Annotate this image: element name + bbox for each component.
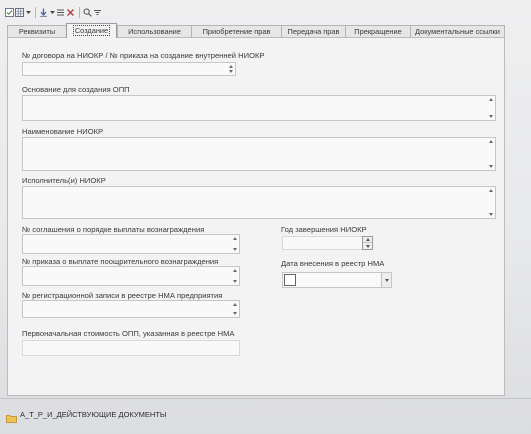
tab-rights-transfer[interactable]: Передача прав [281,25,345,37]
contract-number-input[interactable] [23,63,235,75]
list-icon[interactable] [56,6,65,18]
registry-date-field[interactable] [282,272,392,288]
window: Реквизиты Создание Использование Приобре… [0,0,531,434]
rnd-name-input[interactable] [23,138,495,170]
scroll-up-icon[interactable] [489,189,493,192]
registry-date-input[interactable] [283,273,391,287]
scroll-up-icon[interactable] [229,65,233,68]
scroll-down-icon[interactable] [489,165,493,168]
completion-year-label: Год завершения НИОКР [281,225,367,234]
rnd-name-label: Наименование НИОКР [22,127,104,136]
year-spinner[interactable] [362,236,373,250]
chevron-down-icon [365,244,370,248]
tab-label: Приобретение прав [202,27,271,36]
tab-label: Документальные ссылки [415,27,500,36]
tab-label: Использование [128,27,181,36]
scrollbar[interactable] [231,301,239,317]
scroll-down-icon[interactable] [229,70,233,73]
tab-document-links[interactable]: Документальные ссылки [410,25,505,37]
agreement-number-input[interactable] [23,235,239,253]
search-icon[interactable] [83,6,92,18]
scroll-up-icon[interactable] [233,303,237,306]
scrollbar[interactable] [487,138,495,170]
scrollbar[interactable] [487,187,495,218]
completion-year-field[interactable] [282,236,373,250]
basis-input[interactable] [23,96,495,120]
divider [0,398,531,399]
scrollbar[interactable] [231,267,239,285]
basis-field[interactable] [22,95,496,121]
scroll-down-icon[interactable] [233,248,237,251]
scroll-down-icon[interactable] [489,115,493,118]
agreement-number-field[interactable] [22,234,240,254]
scroll-up-icon[interactable] [489,98,493,101]
date-dropdown-button[interactable] [381,273,391,287]
registration-record-input[interactable] [23,301,239,317]
toolbar-separator [35,6,36,18]
registry-date-label: Дата внесения в реестр НМА [281,259,385,268]
scroll-up-icon[interactable] [233,237,237,240]
order-number-label: № приказа о выплате поощрительного возна… [22,257,219,266]
tab-label: Прекращение [354,27,402,36]
initial-cost-field[interactable] [22,340,240,356]
toolbar [5,5,103,19]
basis-label: Основание для создания ОПП [22,85,130,94]
folder-icon [6,410,17,423]
delete-icon[interactable] [66,6,75,18]
scroll-up-icon[interactable] [233,269,237,272]
scroll-down-icon[interactable] [233,312,237,315]
order-number-field[interactable] [22,266,240,286]
contract-number-field[interactable] [22,62,236,76]
tab-termination[interactable]: Прекращение [345,25,410,37]
registration-record-field[interactable] [22,300,240,318]
scrollbar[interactable] [487,96,495,120]
dropdown-arrow-icon[interactable] [49,6,55,18]
initial-cost-label: Первоначальная стоимость ОПП, указанная … [22,329,235,338]
scrollbar[interactable] [231,235,239,253]
initial-cost-input[interactable] [23,341,239,355]
scroll-up-icon[interactable] [489,140,493,143]
dropdown-arrow-icon[interactable] [25,6,31,18]
scroll-down-icon[interactable] [233,280,237,283]
checklist-icon[interactable] [5,6,14,18]
toolbar-separator [79,6,80,18]
scrollbar[interactable] [227,63,235,75]
tab-label: Создание [72,25,111,36]
executors-label: Исполнитель(и) НИОКР [22,176,106,185]
spin-down-button[interactable] [363,243,372,249]
chevron-up-icon [365,238,370,241]
chevron-down-icon [384,278,389,282]
executors-input[interactable] [23,187,495,218]
order-number-input[interactable] [23,267,239,285]
folder-label: А_Т_Р_И_ДЕЙСТВУЮЩИЕ ДОКУМЕНТЫ [20,409,167,419]
completion-year-input[interactable] [283,237,372,249]
tab-label: Передача прав [287,27,340,36]
tab-label: Реквизиты [18,27,56,36]
registration-record-label: № регистрационной записи в реестре НМА п… [22,291,223,300]
executors-field[interactable] [22,186,496,219]
arrow-down-icon[interactable] [39,6,48,18]
tab-rights-acquisition[interactable]: Приобретение прав [191,25,281,37]
sort-icon[interactable] [93,6,102,18]
contract-number-label: № договора на НИОКР / № приказа на созда… [22,51,265,60]
tab-requisites[interactable]: Реквизиты [7,25,66,37]
tab-strip: Реквизиты Создание Использование Приобре… [7,23,505,38]
scroll-down-icon[interactable] [489,213,493,216]
rnd-name-field[interactable] [22,137,496,171]
tab-creation[interactable]: Создание [66,23,117,38]
folder-item[interactable]: А_Т_Р_И_ДЕЙСТВУЮЩИЕ ДОКУМЕНТЫ [6,409,167,423]
agreement-number-label: № соглашения о порядке выплаты вознаграж… [22,225,205,234]
table-icon[interactable] [15,6,24,18]
tab-usage[interactable]: Использование [117,25,191,37]
